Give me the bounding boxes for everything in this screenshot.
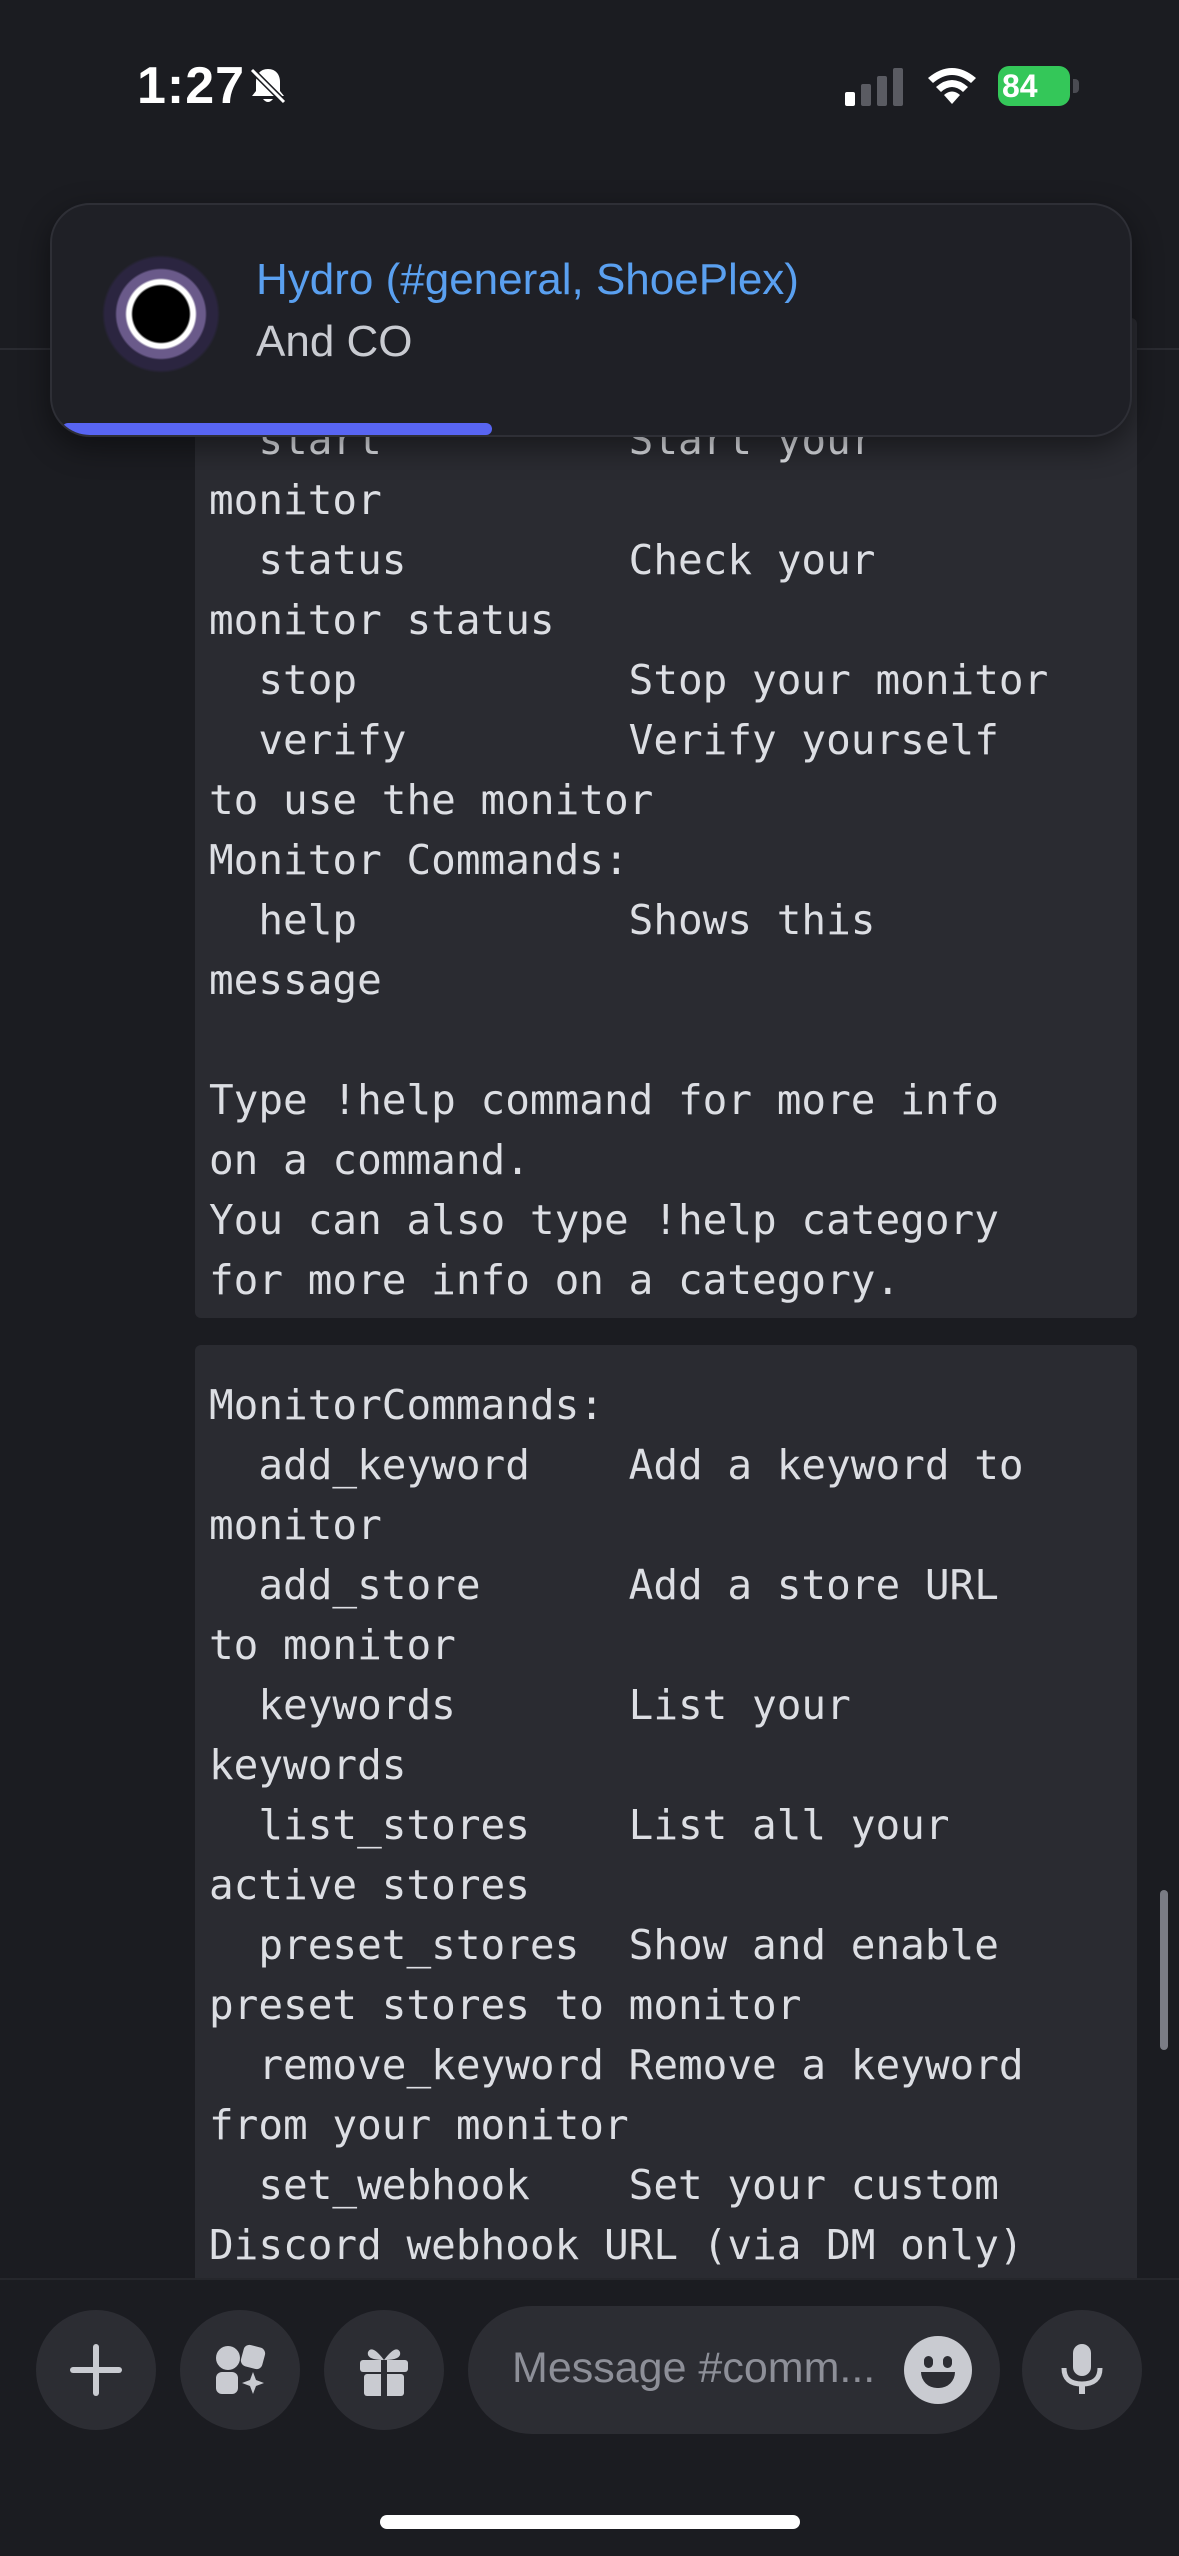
code-line: preset_stores Show and enable xyxy=(209,1921,999,1969)
plus-icon xyxy=(70,2344,122,2396)
code-line: to use the monitor xyxy=(209,776,654,824)
code-line: add_store Add a store URL xyxy=(209,1561,999,1609)
code-line: active stores xyxy=(209,1861,530,1909)
code-line: to monitor xyxy=(209,1621,456,1669)
code-line: on a command. xyxy=(209,1136,530,1184)
help-code-block: start Start your monitor status Check you… xyxy=(195,318,1137,1318)
notification-title: Hydro (#general, ShoePlex) xyxy=(256,255,799,304)
message-input-placeholder: Message #comm... xyxy=(512,2344,876,2392)
code-line: You can also type !help category xyxy=(209,1196,999,1244)
apps-button[interactable] xyxy=(180,2310,300,2430)
code-line: status Check your xyxy=(209,536,876,584)
code-line: verify Verify yourself xyxy=(209,716,999,764)
code-line: from your monitor xyxy=(209,2101,629,2149)
battery-percent: 84 xyxy=(1002,68,1038,104)
message-input[interactable]: Message #comm... xyxy=(468,2306,1000,2434)
code-line: MonitorCommands: xyxy=(209,1381,604,1429)
gift-button[interactable] xyxy=(324,2310,444,2430)
apps-icon xyxy=(216,2344,266,2394)
cellular-signal-icon xyxy=(845,68,903,106)
code-line: stop Stop your monitor xyxy=(209,656,1049,704)
code-line: monitor xyxy=(209,476,382,524)
status-time: 1:27 xyxy=(137,57,246,115)
voice-message-button[interactable] xyxy=(1022,2310,1142,2430)
wifi-icon xyxy=(928,68,976,104)
emoji-icon[interactable] xyxy=(904,2336,972,2404)
scrollbar[interactable] xyxy=(1160,1890,1168,2050)
notification-message: And CO xyxy=(256,317,413,366)
code-line: Discord webhook URL (via DM only) xyxy=(209,2221,1024,2269)
monitor-commands-code-block: MonitorCommands: add_keyword Add a keywo… xyxy=(195,1345,1137,2345)
code-line: keywords List your xyxy=(209,1681,851,1729)
bell-muted-icon xyxy=(249,67,287,105)
code-line: message xyxy=(209,956,382,1004)
code-line: monitor status xyxy=(209,596,555,644)
code-line: Monitor Commands: xyxy=(209,836,629,884)
home-indicator xyxy=(380,2515,800,2529)
battery-indicator: 84 xyxy=(998,66,1080,106)
code-line: monitor xyxy=(209,1501,382,1549)
code-line: add_keyword Add a keyword to xyxy=(209,1441,1024,1489)
code-line: set_webhook Set your custom xyxy=(209,2161,999,2209)
code-line: Type !help command for more info xyxy=(209,1076,999,1124)
microphone-icon xyxy=(1061,2344,1103,2394)
code-line: preset stores to monitor xyxy=(209,1981,802,2029)
code-line: remove_keyword Remove a keyword xyxy=(209,2041,1024,2089)
status-bar: 1:27 84 xyxy=(0,0,1179,175)
add-attachment-button[interactable] xyxy=(36,2310,156,2430)
code-line: keywords xyxy=(209,1741,407,1789)
notification-banner[interactable]: Hydro (#general, ShoePlex) And CO xyxy=(50,203,1132,437)
code-line: help Shows this xyxy=(209,896,876,944)
code-line: for more info on a category. xyxy=(209,1256,901,1304)
notification-progress xyxy=(62,423,492,435)
gift-icon xyxy=(360,2349,408,2396)
code-line: list_stores List all your xyxy=(209,1801,950,1849)
server-avatar xyxy=(102,255,220,373)
